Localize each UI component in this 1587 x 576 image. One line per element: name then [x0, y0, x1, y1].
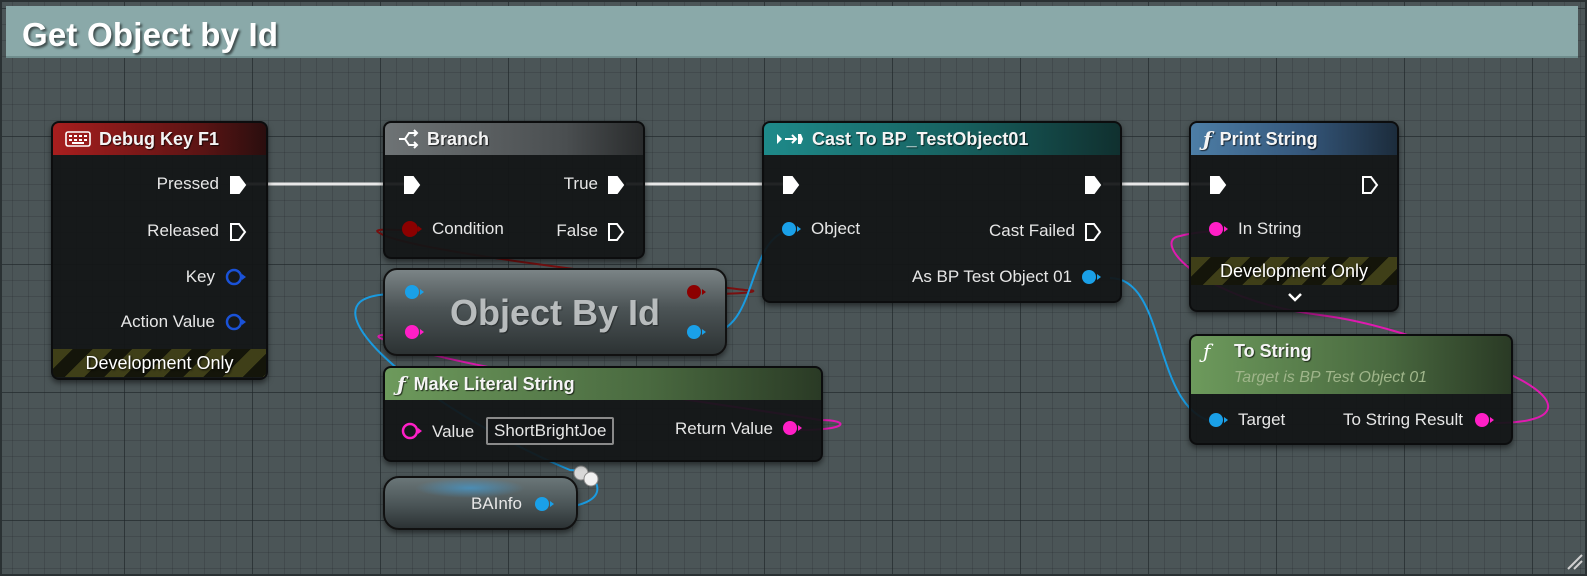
pin-label-target: Target	[1238, 410, 1286, 429]
node-debug-key-f1[interactable]: Debug Key F1 Pressed Released Key Action…	[51, 121, 268, 380]
object-pin-as-bp-test-object[interactable]	[1080, 268, 1102, 286]
development-only-banner: Development Only	[53, 349, 266, 377]
pin-label-value: Value	[432, 422, 475, 441]
node-title: Make Literal String	[413, 373, 575, 394]
development-only-banner: Development Only	[1191, 257, 1397, 285]
string-pin-value[interactable]	[401, 422, 423, 440]
keyboard-icon	[65, 130, 91, 148]
pin-label-pressed: Pressed	[156, 174, 219, 193]
object-pin-in[interactable]	[403, 283, 425, 301]
comment-title: Get Object by Id	[22, 16, 279, 53]
pin-label-condition: Condition	[432, 219, 504, 238]
pin-label-true: True	[563, 174, 598, 193]
variable-label: BAInfo	[470, 494, 522, 513]
exec-pin-pressed[interactable]	[229, 175, 247, 195]
node-object-by-id[interactable]: Object By Id	[383, 268, 727, 356]
object-pin-out[interactable]	[685, 323, 707, 341]
pin-label-return-value: Return Value	[675, 419, 773, 438]
comment-box-header[interactable]: Get Object by Id	[6, 6, 1578, 58]
node-title: Debug Key F1	[99, 128, 220, 149]
node-header: ƒ Make Literal String	[385, 368, 821, 400]
object-pin-cast-object[interactable]	[780, 220, 802, 238]
string-pin-to-string-result[interactable]	[1473, 411, 1495, 429]
pin-label-to-string-result: To String Result	[1343, 410, 1463, 429]
pin-label-as-bp-test-object: As BP Test Object 01	[911, 267, 1072, 286]
bool-pin-out[interactable]	[685, 283, 707, 301]
string-pin-return[interactable]	[781, 419, 803, 437]
node-title: Print String	[1219, 128, 1318, 149]
string-pin-in-string[interactable]	[1207, 220, 1229, 238]
node-header: Cast To BP_TestObject01	[764, 123, 1120, 155]
bool-pin-condition[interactable]	[401, 220, 423, 238]
exec-pin-released[interactable]	[229, 222, 247, 242]
pin-label-cast-failed: Cast Failed	[989, 221, 1075, 240]
node-print-string[interactable]: ƒ Print String In String Development Onl…	[1189, 121, 1399, 312]
function-icon: ƒ	[1203, 127, 1212, 151]
exec-pin-branch-in[interactable]	[403, 175, 421, 195]
node-bainfo-variable[interactable]: BAInfo	[383, 476, 578, 530]
exec-pin-cast-failed[interactable]	[1084, 222, 1102, 242]
node-title: To String	[1234, 341, 1312, 361]
node-title: Branch	[427, 128, 490, 149]
pin-label-object: Object	[811, 219, 861, 238]
exec-pin-cast-out[interactable]	[1084, 175, 1102, 195]
exec-pin-print-out[interactable]	[1361, 175, 1379, 195]
exec-pin-print-in[interactable]	[1209, 175, 1227, 195]
pin-label-false: False	[556, 221, 598, 240]
pin-label-action-value: Action Value	[120, 312, 215, 331]
exec-pin-false[interactable]	[607, 222, 625, 242]
pin-label-key: Key	[185, 267, 215, 286]
pin-label-in-string: In String	[1238, 219, 1302, 238]
node-header: Debug Key F1	[53, 123, 266, 155]
exec-pin-true[interactable]	[607, 175, 625, 195]
literal-value-input[interactable]: ShortBrightJoe	[486, 417, 615, 445]
string-pin-in[interactable]	[403, 323, 425, 341]
object-pin-bainfo-out[interactable]	[533, 495, 555, 513]
struct-pin-key[interactable]	[225, 268, 247, 286]
node-make-literal-string[interactable]: ƒ Make Literal String Value ShortBrightJ…	[383, 366, 823, 462]
branch-icon	[397, 129, 419, 149]
node-title: Cast To BP_TestObject01	[812, 128, 1029, 149]
object-pin-target[interactable]	[1207, 411, 1229, 429]
cast-icon	[776, 132, 804, 146]
node-subtitle: Target is BP Test Object 01	[1234, 369, 1427, 386]
struct-pin-action-value[interactable]	[225, 313, 247, 331]
expand-chevron-icon[interactable]	[1287, 291, 1303, 303]
node-header: ƒ Print String	[1191, 123, 1397, 155]
node-header: Branch	[385, 123, 643, 155]
node-to-string[interactable]: ƒ To String Target is BP Test Object 01 …	[1189, 334, 1513, 445]
function-icon: ƒ	[1203, 339, 1211, 363]
function-icon: ƒ	[397, 372, 406, 396]
exec-pin-cast-in[interactable]	[782, 175, 800, 195]
pin-label-released: Released	[147, 221, 219, 240]
node-header: ƒ To String Target is BP Test Object 01	[1191, 336, 1511, 394]
node-branch[interactable]: Branch True Condition False	[383, 121, 645, 259]
node-cast-to-bp-testobject01[interactable]: Cast To BP_TestObject01 Object Cast Fail…	[762, 121, 1122, 303]
node-title: Object By Id	[449, 292, 661, 333]
